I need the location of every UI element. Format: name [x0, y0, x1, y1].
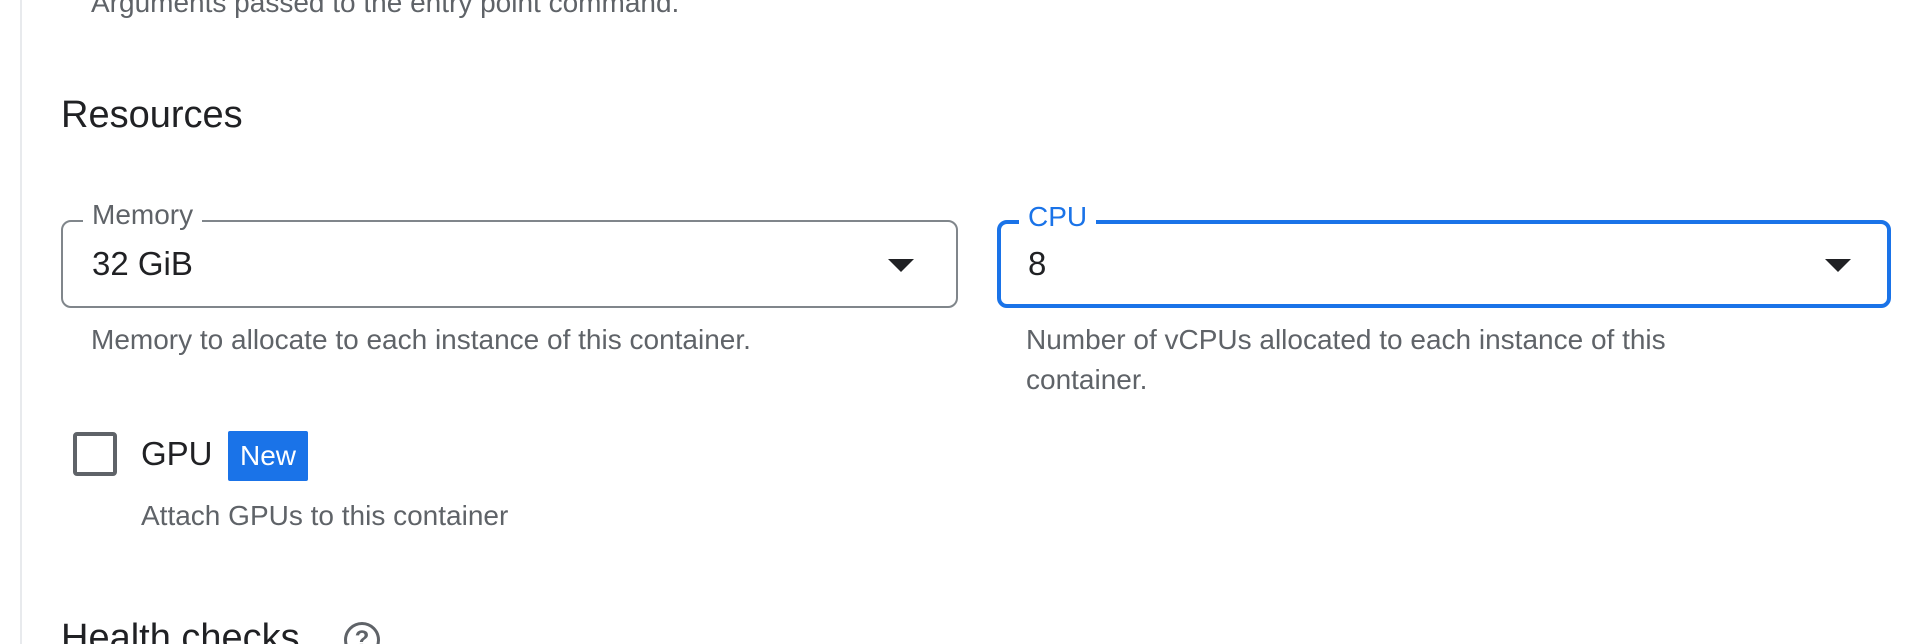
dropdown-arrow-icon [1825, 259, 1851, 272]
gpu-hint: Attach GPUs to this container [141, 500, 509, 531]
cpu-label: CPU [1019, 200, 1097, 234]
cpu-select[interactable]: CPU 8 [997, 200, 1891, 308]
memory-label: Memory [83, 198, 203, 232]
memory-hint: Memory to allocate to each instance of t… [91, 324, 751, 355]
dropdown-arrow-icon [888, 259, 914, 272]
section-divider [20, 0, 22, 644]
resources-heading: Resources [61, 94, 243, 136]
cpu-value: 8 [1028, 245, 1047, 282]
health-checks-heading: Health checks [61, 617, 300, 644]
help-circle-icon[interactable]: ? [344, 622, 380, 644]
memory-select[interactable]: Memory 32 GiB [61, 198, 958, 308]
cpu-hint: Number of vCPUs allocated to each instan… [1026, 324, 1666, 395]
gpu-label: GPU [141, 435, 213, 472]
container-settings-panel: Arguments passed to the entry point comm… [0, 0, 1908, 644]
gpu-checkbox[interactable] [73, 432, 117, 476]
new-badge: New [228, 431, 309, 481]
memory-value: 32 GiB [92, 245, 193, 282]
args-hint: Arguments passed to the entry point comm… [91, 0, 680, 18]
